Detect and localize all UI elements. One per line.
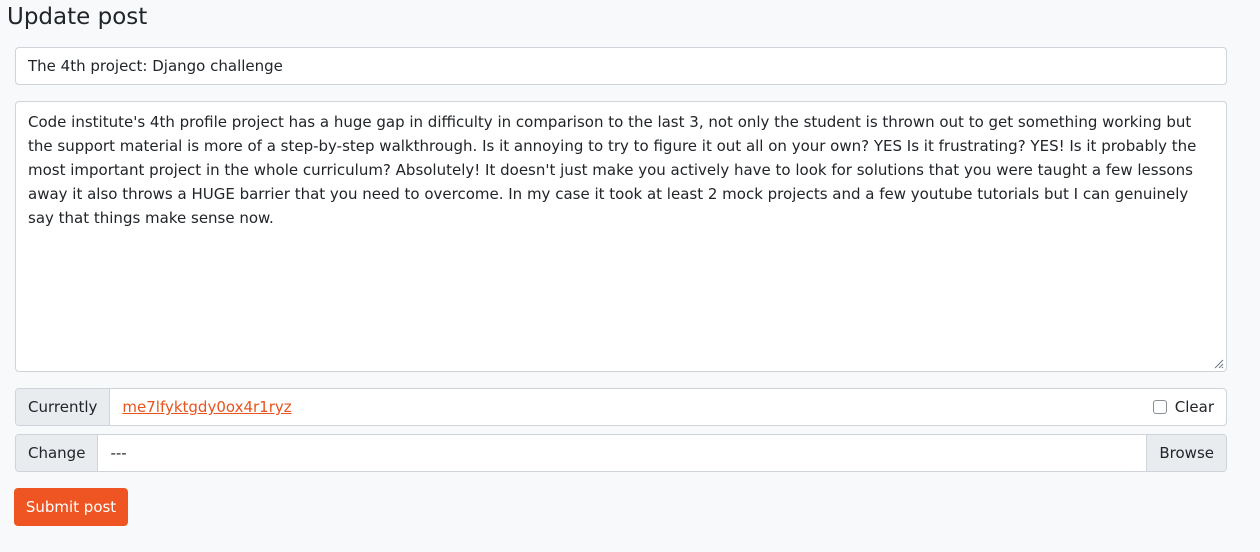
currently-label: Currently bbox=[16, 389, 111, 425]
resize-handle-icon[interactable] bbox=[1212, 357, 1224, 369]
selected-file-name[interactable]: --- bbox=[98, 435, 1146, 471]
clear-image-toggle[interactable]: Clear bbox=[1152, 389, 1226, 425]
submit-post-button[interactable]: Submit post bbox=[14, 488, 128, 526]
post-content-text: Code institute's 4th profile project has… bbox=[28, 113, 1197, 227]
update-post-page: Update post The 4th project: Django chal… bbox=[0, 0, 1260, 552]
change-label: Change bbox=[16, 435, 99, 471]
change-image-row[interactable]: Change --- Browse bbox=[15, 434, 1227, 472]
post-title-input[interactable]: The 4th project: Django challenge bbox=[15, 47, 1227, 85]
clear-checkbox[interactable] bbox=[1152, 400, 1167, 414]
clear-label: Clear bbox=[1174, 398, 1214, 416]
post-content-textarea[interactable]: Code institute's 4th profile project has… bbox=[15, 101, 1227, 372]
current-image-link[interactable]: me7lfyktgdy0ox4r1ryz bbox=[122, 389, 291, 425]
page-title: Update post bbox=[7, 4, 148, 30]
browse-button[interactable]: Browse bbox=[1146, 435, 1226, 471]
current-image-row: Currently me7lfyktgdy0ox4r1ryz Clear bbox=[15, 388, 1227, 426]
